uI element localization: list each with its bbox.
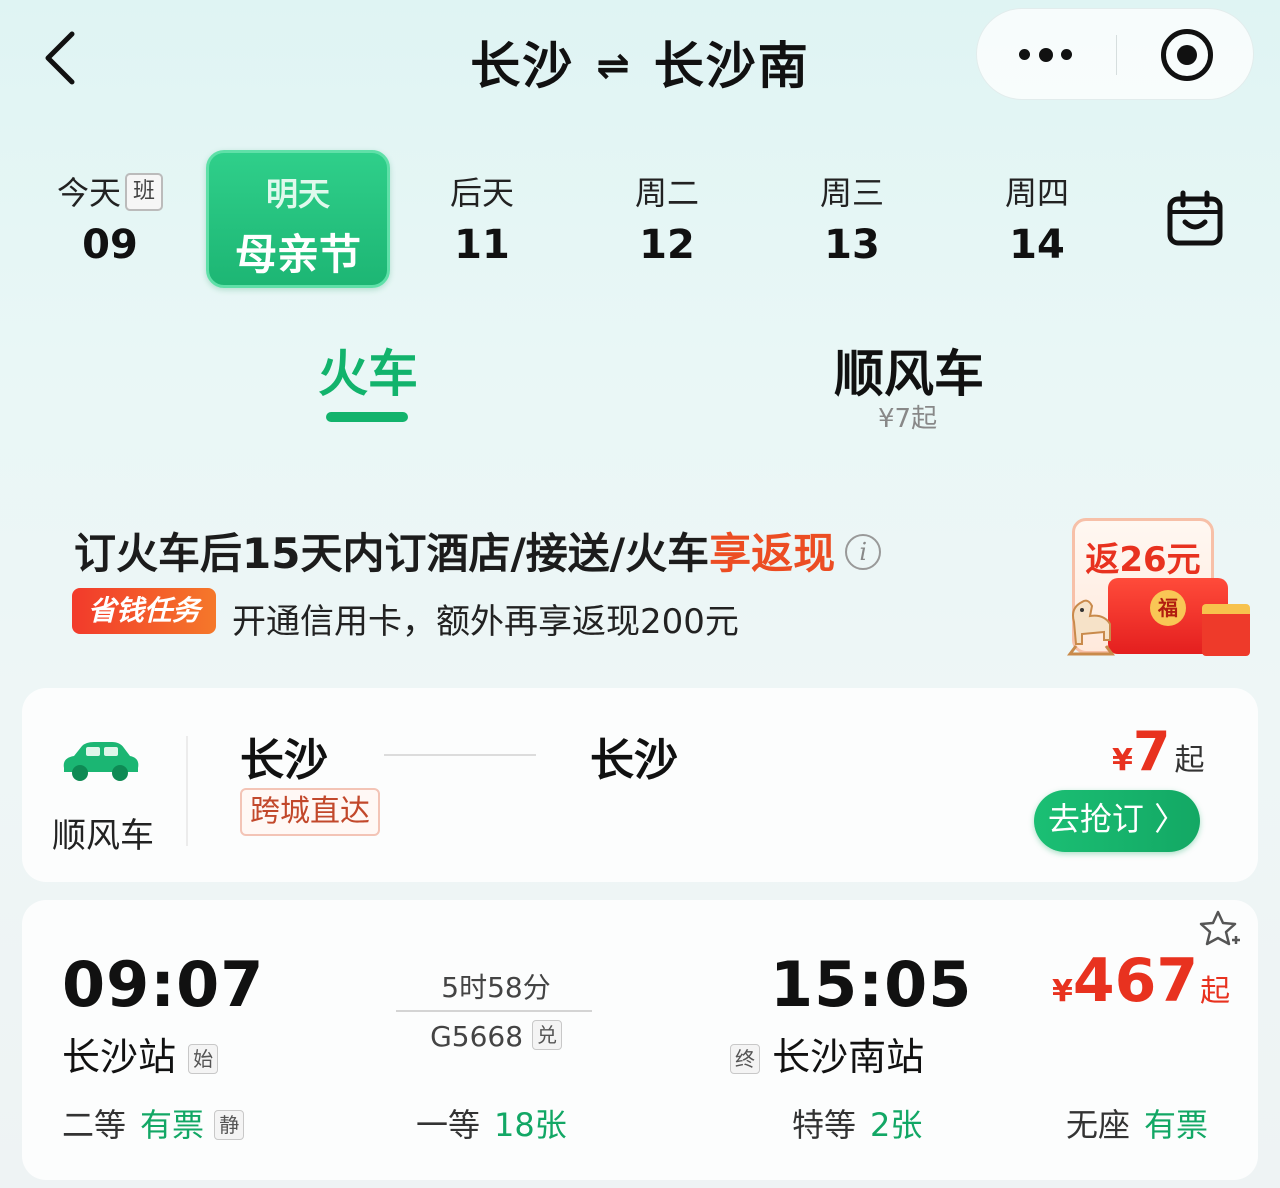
terminal-tag: 终: [730, 1044, 760, 1074]
save-money-badge: 省钱任务: [72, 588, 216, 634]
promo-subtitle: 开通信用卡，额外再享返现200元: [232, 602, 739, 642]
origin-tag: 始: [188, 1044, 219, 1074]
date-selector: 今天班 09 明天 母亲节 后天 11 周二 12 周三 13 周四 14: [18, 150, 1110, 288]
date-holiday: 母亲节: [234, 230, 361, 279]
date-thursday[interactable]: 周四 14: [945, 150, 1129, 288]
rideshare-origin: 长沙: [240, 735, 328, 786]
divider: [186, 736, 188, 846]
promo-title: 订火车后15天内订酒店/接送/火车享返现 i: [74, 520, 882, 581]
tab-train[interactable]: 火车: [318, 334, 418, 406]
fortune-coin-icon: 福: [1150, 590, 1186, 626]
gift-box-icon: [1202, 604, 1250, 656]
seat-premium-class: 特等 2张: [792, 1106, 923, 1144]
date-day: 11: [454, 222, 510, 268]
more-dot-icon: [1039, 48, 1053, 62]
date-day-after[interactable]: 后天 11: [390, 150, 574, 288]
date-day: 14: [1009, 222, 1065, 268]
more-dot-icon: [1061, 49, 1072, 60]
destination-city: 长沙南: [653, 37, 810, 95]
rideshare-price: ¥7 起: [1112, 720, 1205, 783]
intercity-tag: 跨城直达: [240, 788, 380, 836]
rideshare-label: 顺风车: [52, 816, 154, 856]
book-rideshare-button[interactable]: 去抢订 〉: [1034, 790, 1200, 852]
transport-tabs: 火车 顺风车 ¥7起: [0, 330, 1280, 440]
tab-rideshare-price: ¥7起: [878, 404, 938, 434]
quiet-car-tag: 静: [214, 1110, 245, 1140]
date-day: 13: [824, 222, 880, 268]
date-tuesday[interactable]: 周二 12: [575, 150, 759, 288]
rideshare-destination: 长沙: [590, 735, 678, 786]
promo-highlight: 享返现: [709, 529, 836, 578]
workday-tag: 班: [125, 173, 163, 211]
date-weekday: 周二: [634, 174, 699, 212]
date-tomorrow[interactable]: 明天 母亲节: [206, 150, 390, 288]
date-weekday: 今天班: [18, 168, 202, 214]
date-weekday: 后天: [449, 174, 514, 212]
route-arrow: [384, 754, 536, 756]
arrival-time: 15:05: [770, 948, 973, 1021]
horse-icon: [1067, 599, 1115, 656]
redeem-tag: 兑: [531, 1020, 562, 1050]
capsule-divider: [1116, 35, 1117, 75]
seat-second-class: 二等 有票 静: [62, 1100, 245, 1146]
more-dot-icon: [1019, 49, 1030, 60]
mini-program-capsule: [976, 8, 1254, 100]
date-weekday: 周四: [1004, 174, 1069, 212]
duration-line: [396, 1010, 592, 1012]
active-tab-indicator: [326, 412, 408, 422]
cashback-promo-banner[interactable]: 订火车后15天内订酒店/接送/火车享返现 i 省钱任务 开通信用卡，额外再享返现2…: [36, 498, 1262, 668]
red-packet-illustration[interactable]: 返26元 福: [1052, 510, 1250, 660]
date-today[interactable]: 今天班 09: [18, 150, 202, 288]
calendar-button[interactable]: [1166, 190, 1224, 248]
info-icon[interactable]: i: [845, 534, 882, 570]
train-result-card[interactable]: 09:07 长沙站 始 5时58分 G5668 兑 15:05 终 长沙南站 ¥…: [22, 900, 1258, 1180]
date-wednesday[interactable]: 周三 13: [760, 150, 944, 288]
date-weekday: 周三: [819, 174, 884, 212]
departure-time: 09:07: [62, 948, 265, 1021]
car-icon: [63, 742, 139, 781]
tab-rideshare[interactable]: 顺风车: [834, 334, 984, 406]
seat-first-class: 一等 18张: [416, 1106, 567, 1144]
more-button[interactable]: [1017, 39, 1077, 71]
calendar-icon: [1167, 190, 1223, 246]
arrival-station: 终 长沙南站: [730, 1026, 924, 1081]
departure-station: 长沙站 始: [62, 1026, 219, 1081]
seat-no-seat: 无座 有票: [1066, 1106, 1209, 1144]
train-number: G5668 兑: [396, 1020, 596, 1053]
trip-duration: 5时58分: [441, 971, 551, 1004]
date-day: 09: [82, 222, 138, 268]
date-weekday: 明天: [265, 175, 330, 213]
date-day: 12: [639, 222, 695, 268]
rideshare-card[interactable]: 顺风车 长沙 长沙 跨城直达 ¥7 起 去抢订 〉: [22, 688, 1258, 882]
train-price: ¥467起: [1052, 946, 1231, 1016]
close-target-icon[interactable]: [1161, 29, 1213, 81]
cashback-amount: 返26元: [1085, 540, 1201, 580]
origin-city: 长沙: [470, 37, 575, 95]
top-bar: 长沙 ⇌ 长沙南: [0, 0, 1280, 120]
swap-icon[interactable]: ⇌: [596, 43, 632, 89]
